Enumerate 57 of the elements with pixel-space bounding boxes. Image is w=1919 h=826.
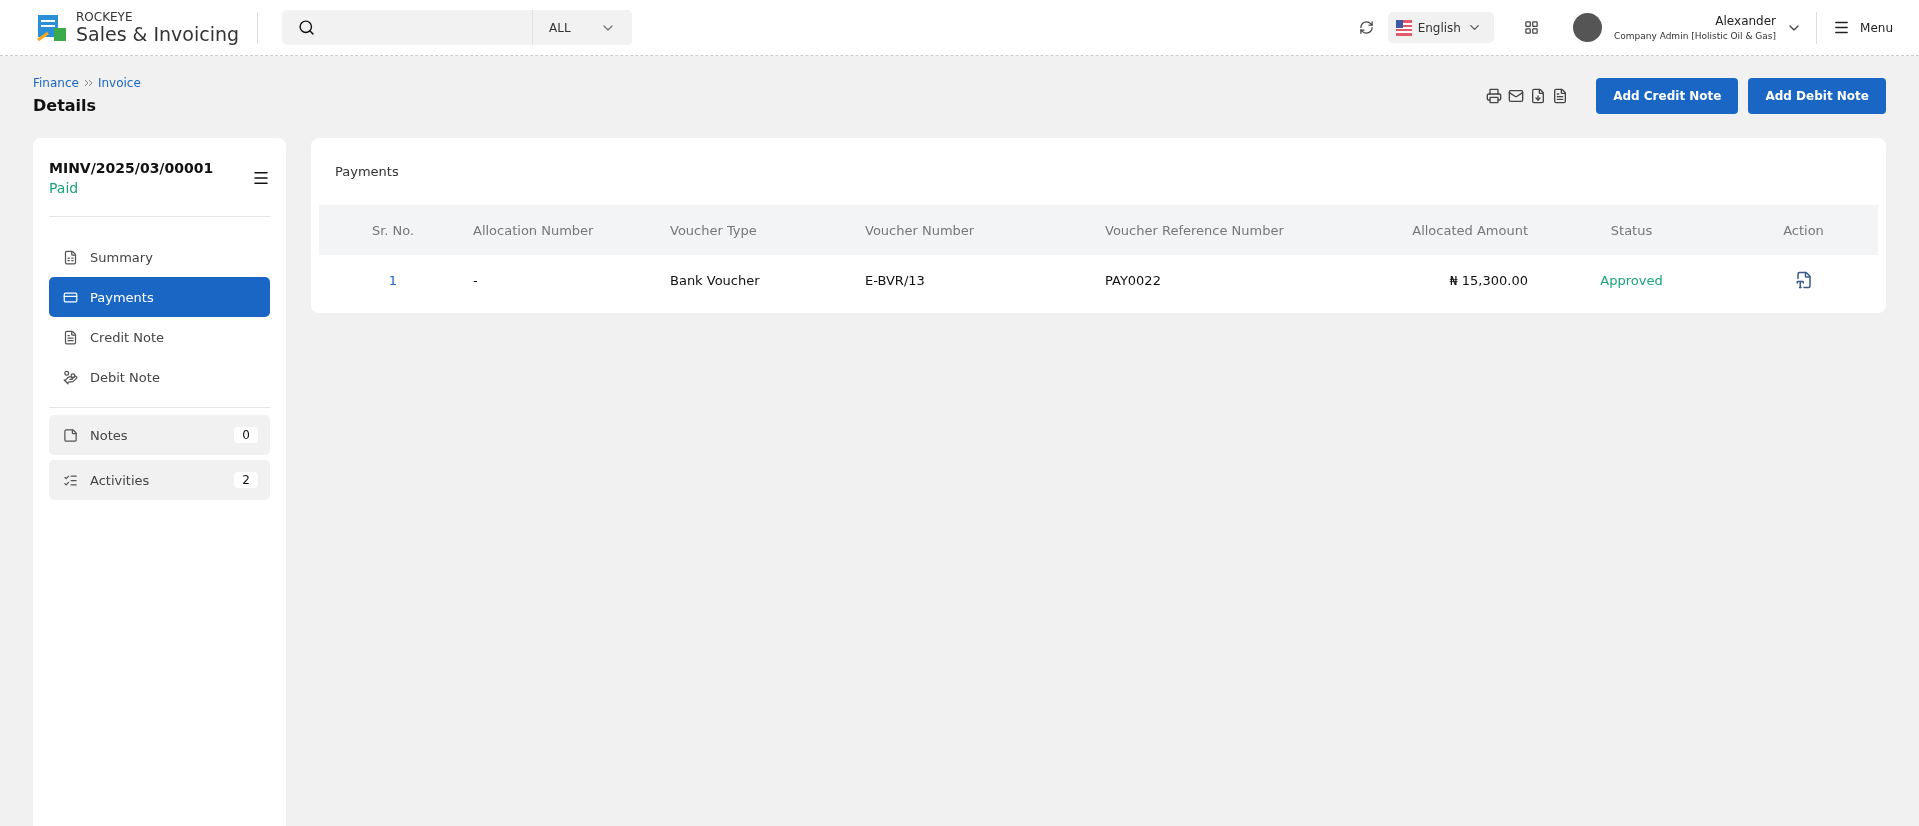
sidebar-item[interactable]: Activities 2 bbox=[49, 460, 270, 500]
search-icon bbox=[298, 19, 316, 36]
app-name: Sales & Invoicing bbox=[76, 25, 240, 44]
menu-button[interactable]: Menu bbox=[1816, 11, 1893, 44]
apps-icon[interactable] bbox=[1524, 20, 1539, 35]
row-link[interactable]: 1 bbox=[388, 272, 398, 288]
menu-icon bbox=[1833, 19, 1851, 36]
table-cell-text: E-BVR/13 bbox=[864, 272, 926, 288]
sidebar-item[interactable]: Debit Note bbox=[49, 357, 270, 397]
brand-name: ROCKEYE bbox=[76, 11, 134, 23]
card-title: Payments bbox=[334, 163, 400, 181]
add-note-button[interactable]: Add Debit Note bbox=[1748, 78, 1886, 114]
column-header: Allocation Number bbox=[472, 222, 595, 238]
breadcrumb-link[interactable]: Invoice bbox=[97, 76, 141, 90]
search-field[interactable]: ALL bbox=[282, 10, 633, 45]
sidebar-item[interactable]: Payments bbox=[49, 277, 270, 317]
sidebar-item[interactable]: Summary bbox=[49, 237, 270, 277]
user-name: Alexander bbox=[1715, 14, 1777, 28]
column-header: Voucher Number bbox=[864, 222, 976, 238]
language-dropdown[interactable]: English bbox=[1387, 12, 1494, 43]
chevrons-icon bbox=[83, 79, 93, 87]
mail-icon[interactable] bbox=[1508, 88, 1525, 104]
breadcrumb-link[interactable]: Finance bbox=[33, 76, 79, 90]
table-cell-text: ₦ 15,300.00 bbox=[1448, 272, 1529, 288]
column-header: Status bbox=[1609, 222, 1654, 238]
add-note-button[interactable]: Add Credit Note bbox=[1596, 78, 1739, 114]
file-icon[interactable] bbox=[1552, 88, 1569, 104]
page-title: Details bbox=[33, 96, 98, 115]
note-icon bbox=[63, 427, 78, 443]
sidebar-item[interactable]: Credit Note bbox=[49, 317, 270, 357]
document-icon bbox=[63, 329, 78, 345]
list-icon bbox=[63, 472, 78, 488]
menu-icon[interactable] bbox=[252, 169, 270, 187]
invoice-number: MINV/2025/03/00001 bbox=[49, 160, 214, 176]
column-header: Allocated Amount bbox=[1411, 222, 1529, 238]
table-cell-text: Approved bbox=[1599, 272, 1664, 288]
card-icon bbox=[63, 289, 78, 305]
column-header: Sr. No. bbox=[370, 222, 416, 238]
table-cell-text: PAY0022 bbox=[1104, 272, 1162, 288]
user-role: Company Admin [Holistic Oil & Gas] bbox=[1614, 31, 1777, 41]
sidebar-item[interactable]: Notes 0 bbox=[49, 415, 270, 455]
column-header: Voucher Type bbox=[669, 222, 758, 238]
count-badge: 2 bbox=[234, 472, 258, 488]
column-header: Action bbox=[1782, 222, 1825, 238]
table-cell-text: Bank Voucher bbox=[669, 272, 761, 288]
avatar[interactable] bbox=[1573, 13, 1602, 42]
flag-icon bbox=[1395, 19, 1412, 36]
print-icon[interactable] bbox=[1486, 88, 1503, 104]
column-header: Voucher Reference Number bbox=[1104, 222, 1285, 238]
logo-icon bbox=[36, 12, 68, 43]
invoice-status: Paid bbox=[49, 180, 80, 196]
download-icon[interactable] bbox=[1530, 88, 1547, 104]
hand-coins-icon bbox=[63, 369, 78, 385]
refresh-icon[interactable] bbox=[1358, 20, 1374, 35]
table-cell-text: - bbox=[472, 272, 479, 288]
count-badge: 0 bbox=[234, 427, 258, 443]
document-icon bbox=[63, 249, 78, 265]
